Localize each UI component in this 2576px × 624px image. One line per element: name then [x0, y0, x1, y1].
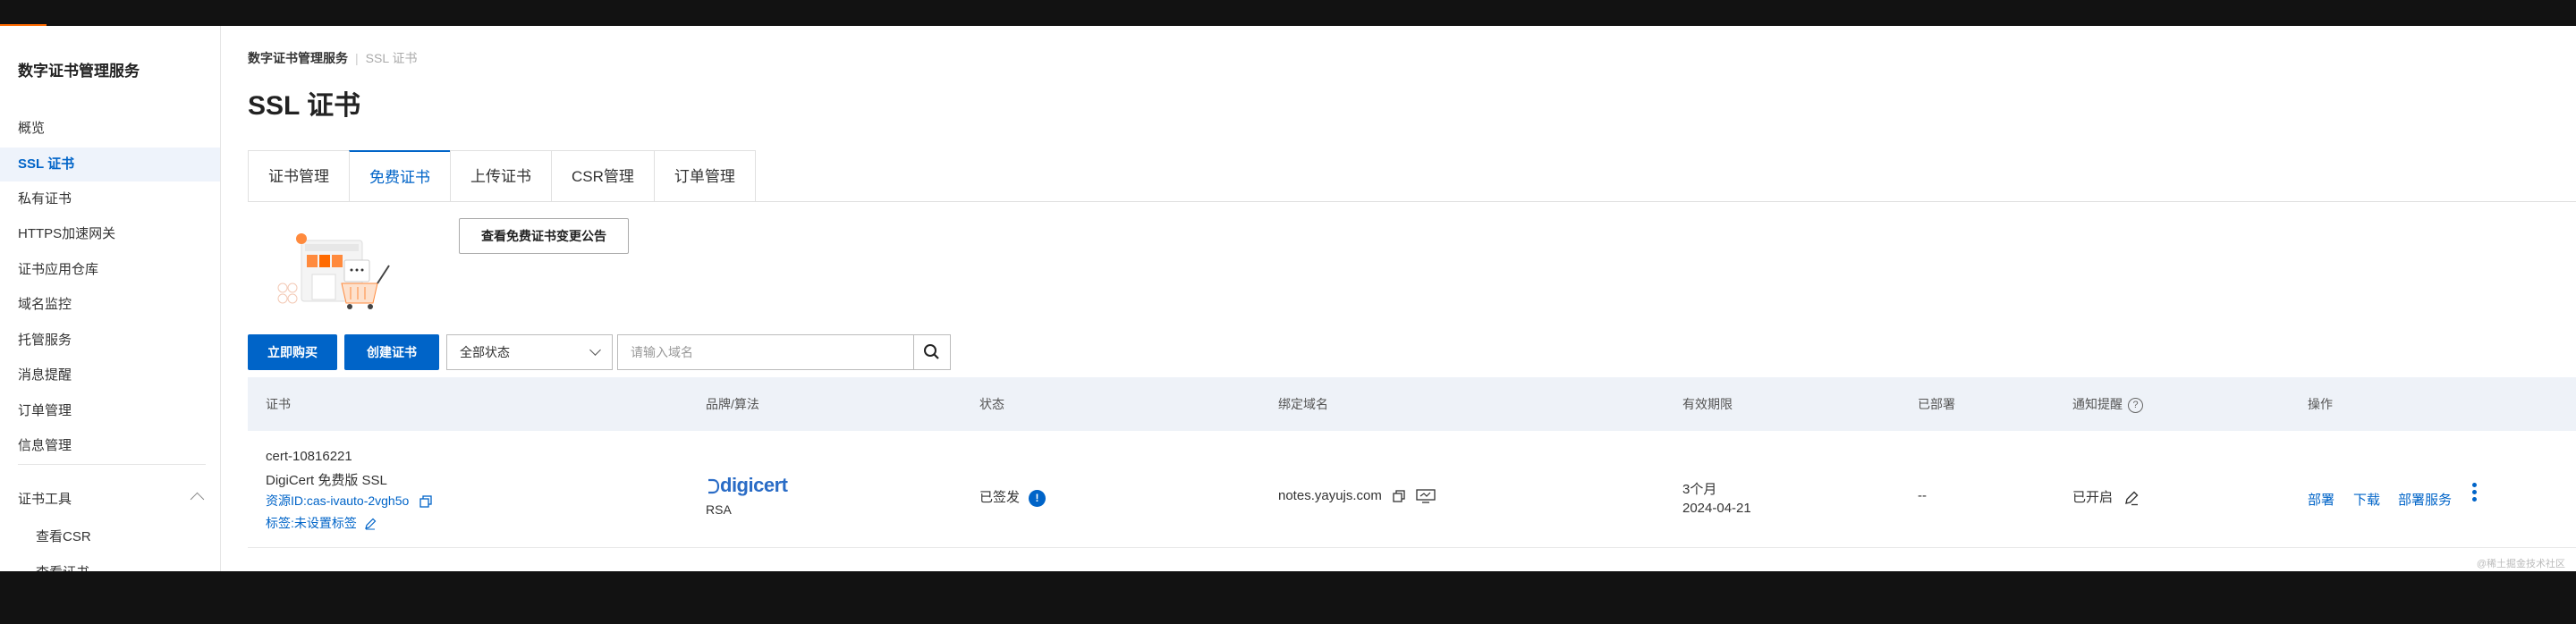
sidebar-title: 数字证书管理服务	[18, 63, 140, 80]
download-link[interactable]: 下载	[2353, 490, 2380, 509]
browser-top-bar	[0, 0, 2576, 28]
chevron-down-icon	[589, 344, 601, 356]
brand-logo: digicert	[706, 474, 788, 497]
breadcrumb: 数字证书管理服务 | SSL 证书	[248, 49, 417, 67]
edit-icon[interactable]	[364, 518, 377, 530]
notify-text: 已开启	[2072, 490, 2114, 505]
deploy-service-link[interactable]: 部署服务	[2398, 490, 2452, 509]
bottom-bar	[0, 571, 2576, 624]
sidebar: 数字证书管理服务 概览 SSL 证书 私有证书 HTTPS加速网关 证书应用仓库…	[0, 26, 221, 571]
copy-icon[interactable]	[419, 495, 432, 508]
shop-cart-illustration	[277, 233, 390, 309]
tab-underline	[248, 201, 2576, 202]
notify-status: 已开启	[2072, 487, 2140, 506]
validity-period: 3个月	[1682, 482, 1717, 497]
sidebar-item-https-gateway[interactable]: HTTPS加速网关	[0, 217, 220, 251]
tab-order-management[interactable]: 订单管理	[653, 150, 756, 202]
sidebar-item-view-certificate[interactable]: 查看证书	[36, 562, 89, 571]
validity-date: 2024-04-21	[1682, 501, 1751, 516]
domain-text: notes.yayujs.com	[1278, 488, 1382, 503]
domain-search-input[interactable]	[617, 334, 916, 370]
sidebar-divider	[18, 464, 206, 465]
column-header-brand: 品牌/算法	[706, 397, 759, 411]
column-header-certificate: 证书	[266, 397, 291, 411]
main-content: 数字证书管理服务 | SSL 证书 SSL 证书 证书管理 免费证书 上传证书 CS…	[221, 26, 2576, 571]
digicert-logo-icon	[708, 479, 720, 494]
table-row: cert-10816221 DigiCert 免费版 SSL 资源ID:cas-…	[248, 431, 2576, 548]
deployed-count: --	[1918, 488, 1927, 503]
page-title: SSL 证书	[248, 91, 361, 121]
deploy-link[interactable]: 部署	[2308, 490, 2334, 509]
sidebar-item-domain-monitor[interactable]: 域名监控	[0, 288, 220, 322]
sidebar-item-info-management[interactable]: 信息管理	[0, 429, 220, 463]
console-app: 数字证书管理服务 概览 SSL 证书 私有证书 HTTPS加速网关 证书应用仓库…	[0, 26, 2576, 571]
sidebar-item-private-certificate[interactable]: 私有证书	[0, 182, 220, 216]
status-text: 已签发	[979, 490, 1021, 505]
bound-domain: notes.yayujs.com	[1278, 488, 1436, 503]
table-header: 证书 品牌/算法 状态 绑定域名 有效期限 已部署 通知提醒? 操作	[248, 377, 2576, 431]
sidebar-group-label: 证书工具	[18, 492, 72, 507]
tag[interactable]: 标签:未设置标签	[266, 514, 377, 532]
breadcrumb-current: SSL 证书	[365, 51, 418, 65]
resource-id: 资源ID:cas-ivauto-2vgh5o	[266, 492, 432, 510]
view-notice-button[interactable]: 查看免费证书变更公告	[459, 218, 629, 254]
cert-name: DigiCert 免费版 SSL	[266, 473, 387, 488]
resource-id-text: 资源ID:cas-ivauto-2vgh5o	[266, 493, 410, 508]
column-header-validity: 有效期限	[1682, 397, 1733, 411]
edit-icon[interactable]	[2123, 490, 2140, 506]
copy-icon[interactable]	[1393, 490, 1405, 502]
algorithm: RSA	[706, 502, 732, 517]
cert-id[interactable]: cert-10816221	[266, 449, 352, 464]
tab-csr-management[interactable]: CSR管理	[551, 150, 654, 202]
tab-cert-management[interactable]: 证书管理	[248, 150, 349, 202]
monitor-icon[interactable]	[1416, 489, 1436, 503]
create-certificate-button[interactable]: 创建证书	[344, 334, 439, 370]
column-header-notify: 通知提醒?	[2072, 377, 2143, 431]
breadcrumb-separator: |	[355, 51, 359, 65]
info-icon[interactable]: !	[1029, 489, 1046, 507]
sidebar-item-hosting-service[interactable]: 托管服务	[0, 324, 220, 358]
status: 已签发!	[979, 487, 1046, 507]
help-icon[interactable]: ?	[2128, 397, 2143, 413]
more-actions-icon[interactable]	[2472, 483, 2478, 504]
chevron-up-icon	[190, 492, 205, 507]
column-header-status: 状态	[979, 397, 1004, 411]
column-header-notify-label: 通知提醒	[2072, 397, 2123, 411]
breadcrumb-parent[interactable]: 数字证书管理服务	[248, 51, 348, 65]
column-header-actions: 操作	[2308, 397, 2333, 411]
sidebar-item-message-reminder[interactable]: 消息提醒	[0, 358, 220, 392]
watermark: @稀土掘金技术社区	[2476, 559, 2565, 569]
search-icon	[924, 344, 939, 359]
search-button[interactable]	[913, 334, 951, 370]
column-header-deployed: 已部署	[1918, 397, 1955, 411]
sidebar-item-ssl-certificate[interactable]: SSL 证书	[0, 148, 220, 181]
buy-now-button[interactable]: 立即购买	[248, 334, 337, 370]
tag-text: 标签:未设置标签	[266, 516, 357, 530]
tab-bar: 证书管理 免费证书 上传证书 CSR管理 订单管理	[248, 150, 756, 202]
sidebar-group-cert-tools[interactable]: 证书工具	[18, 489, 205, 508]
sidebar-item-view-csr[interactable]: 查看CSR	[36, 527, 91, 545]
sidebar-item-overview[interactable]: 概览	[0, 112, 220, 146]
status-select[interactable]: 全部状态	[446, 334, 613, 370]
brand-name: digicert	[720, 474, 788, 496]
tab-upload-certificate[interactable]: 上传证书	[450, 150, 551, 202]
column-header-domain: 绑定域名	[1278, 397, 1328, 411]
status-select-value: 全部状态	[460, 345, 510, 359]
sidebar-item-cert-repository[interactable]: 证书应用仓库	[0, 253, 220, 287]
tab-free-certificate[interactable]: 免费证书	[349, 150, 450, 202]
sidebar-item-order-management[interactable]: 订单管理	[0, 394, 220, 428]
